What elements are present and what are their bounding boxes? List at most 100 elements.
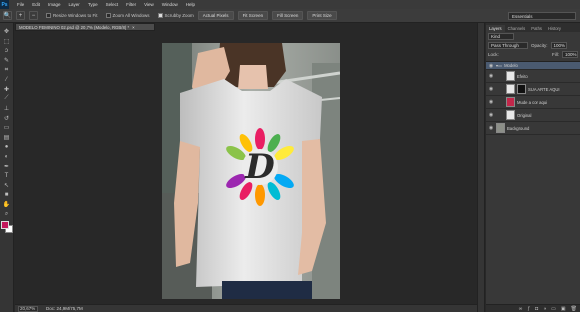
layer-original[interactable]: ◉ Original bbox=[486, 109, 580, 122]
tools-panel: ✥ ⬚ ↄ ✎ ⌗ ⁄ ✚ ⟋ ⊥ ↺ ▭ ▤ ● ◐ ✒ T ↖ ■ ✋ ⌕ bbox=[0, 23, 14, 312]
shape-icon[interactable]: ■ bbox=[2, 190, 12, 200]
path-select-icon[interactable]: ↖ bbox=[2, 181, 12, 191]
foreground-color-swatch[interactable] bbox=[0, 220, 9, 229]
zoom-tool-icon[interactable]: ⌕ bbox=[2, 209, 12, 219]
menu-layer[interactable]: Layer bbox=[65, 2, 84, 7]
document-tab[interactable]: MODELO FEMININO 02.psd @ 20,7% (Modelo, … bbox=[15, 23, 155, 31]
actual-pixels-button[interactable]: Actual Pixels bbox=[197, 11, 234, 20]
menu-bar: Ps File Edit Image Layer Type Select Fil… bbox=[0, 0, 580, 9]
panel-dock-strip[interactable] bbox=[477, 23, 485, 312]
menu-file[interactable]: File bbox=[13, 2, 28, 7]
zoom-all-windows-option[interactable]: Zoom All Windows bbox=[105, 13, 150, 18]
gradient-icon[interactable]: ▤ bbox=[2, 133, 12, 143]
tab-history[interactable]: History bbox=[545, 25, 564, 32]
zoom-in-icon[interactable]: + bbox=[16, 11, 25, 20]
document-canvas[interactable]: D bbox=[162, 43, 340, 299]
scrubby-zoom-option[interactable]: Scrubby Zoom bbox=[157, 13, 194, 18]
logo-letter: D bbox=[244, 147, 275, 187]
menu-window[interactable]: Window bbox=[158, 2, 182, 7]
zoom-all-windows-checkbox[interactable] bbox=[105, 13, 111, 18]
blend-mode-select[interactable]: Pass Through bbox=[488, 42, 528, 49]
pen-icon[interactable]: ✒ bbox=[2, 161, 12, 171]
layer-sua-arte-aqui[interactable]: ◉ SUA ARTE AQUI bbox=[486, 83, 580, 96]
zoom-icon[interactable]: 🔍 bbox=[3, 11, 12, 20]
blur-icon[interactable]: ● bbox=[2, 142, 12, 152]
menu-select[interactable]: Select bbox=[102, 2, 123, 7]
layer-name: Modelo bbox=[504, 63, 518, 68]
type-icon[interactable]: T bbox=[2, 171, 12, 181]
stamp-icon[interactable]: ⊥ bbox=[2, 104, 12, 114]
dodge-icon[interactable]: ◐ bbox=[2, 152, 12, 162]
marquee-icon[interactable]: ⬚ bbox=[2, 37, 12, 47]
color-swatches[interactable] bbox=[0, 220, 13, 234]
link-icon[interactable]: ∞ bbox=[519, 306, 523, 312]
crop-icon[interactable]: ⌗ bbox=[2, 65, 12, 75]
layer-thumbnail bbox=[496, 123, 505, 133]
brush-icon[interactable]: ⟋ bbox=[2, 94, 12, 104]
workspace-select[interactable]: Essentials bbox=[508, 12, 576, 20]
eye-icon[interactable]: ◉ bbox=[488, 86, 494, 92]
tab-channels[interactable]: Channels bbox=[505, 25, 529, 32]
layer-background[interactable]: ◉ Background bbox=[486, 122, 580, 135]
eye-icon[interactable]: ◉ bbox=[488, 112, 494, 118]
eraser-icon[interactable]: ▭ bbox=[2, 123, 12, 133]
print-size-button[interactable]: Print Size bbox=[307, 11, 337, 20]
folder-icon: ▾▭ bbox=[496, 63, 503, 68]
tab-paths[interactable]: Paths bbox=[528, 25, 545, 32]
blend-row: Pass Through Opacity: 100% bbox=[486, 41, 580, 50]
zoom-level-field[interactable]: 20,67% bbox=[18, 305, 38, 312]
eye-icon[interactable]: ◉ bbox=[488, 73, 494, 79]
layers-panel-footer: ∞ ƒ ◘ ◑ ▭ ▣ 🗑 bbox=[486, 304, 580, 312]
panel-tabs: Layers Channels Paths History bbox=[486, 23, 580, 32]
layer-thumbnail bbox=[506, 97, 515, 107]
fit-screen-button[interactable]: Fit Screen bbox=[237, 11, 269, 20]
options-bar: 🔍 + − Resize Windows to Fit Zoom All Win… bbox=[0, 9, 580, 23]
layers-panel: Layers Channels Paths History Kind Pass … bbox=[486, 23, 580, 312]
menu-edit[interactable]: Edit bbox=[28, 2, 44, 7]
new-layer-icon[interactable]: ▣ bbox=[561, 306, 566, 312]
resize-windows-option[interactable]: Resize Windows to Fit bbox=[46, 13, 98, 18]
menu-type[interactable]: Type bbox=[84, 2, 102, 7]
lasso-icon[interactable]: ↄ bbox=[2, 46, 12, 56]
scrubby-zoom-label: Scrubby Zoom bbox=[164, 13, 194, 18]
opacity-field[interactable]: 100% bbox=[550, 42, 567, 49]
scrubby-zoom-checkbox[interactable] bbox=[157, 13, 163, 18]
fill-field[interactable]: 100% bbox=[562, 51, 578, 58]
menu-view[interactable]: View bbox=[140, 2, 158, 7]
layer-mude-a-cor-aqui[interactable]: ◉ Mude a cor aqui bbox=[486, 96, 580, 109]
eyedropper-icon[interactable]: ⁄ bbox=[2, 75, 12, 85]
kind-filter-select[interactable]: Kind bbox=[488, 33, 514, 40]
zoom-all-windows-label: Zoom All Windows bbox=[112, 13, 150, 18]
eye-icon[interactable]: ◉ bbox=[488, 99, 494, 105]
eye-icon[interactable]: ◉ bbox=[488, 125, 494, 131]
layer-name: Background bbox=[507, 125, 530, 131]
folder-icon[interactable]: ▭ bbox=[551, 306, 556, 312]
fx-icon[interactable]: ƒ bbox=[527, 306, 530, 312]
resize-windows-label: Resize Windows to Fit bbox=[53, 13, 98, 18]
healing-icon[interactable]: ✚ bbox=[2, 85, 12, 95]
fill-screen-button[interactable]: Fill Screen bbox=[272, 11, 304, 20]
zoom-out-icon[interactable]: − bbox=[29, 11, 38, 20]
menu-help[interactable]: Help bbox=[182, 2, 199, 7]
move-icon[interactable]: ✥ bbox=[2, 27, 12, 37]
resize-windows-checkbox[interactable] bbox=[46, 13, 51, 18]
adjustment-icon[interactable]: ◑ bbox=[543, 306, 546, 312]
trash-icon[interactable]: 🗑 bbox=[571, 306, 577, 312]
close-icon[interactable]: × bbox=[132, 25, 135, 30]
layer-name: Efeito bbox=[517, 73, 528, 79]
tab-layers[interactable]: Layers bbox=[486, 25, 505, 32]
menu-image[interactable]: Image bbox=[44, 2, 65, 7]
eye-icon[interactable]: ◉ bbox=[488, 63, 494, 69]
mask-icon[interactable]: ◘ bbox=[535, 306, 538, 312]
canvas-area[interactable]: D bbox=[15, 31, 477, 304]
hand-icon[interactable]: ✋ bbox=[2, 200, 12, 210]
layer-thumbnail bbox=[506, 84, 515, 94]
app-logo: Ps bbox=[0, 0, 9, 9]
filter-row: Kind bbox=[486, 32, 580, 41]
model-photo: D bbox=[162, 43, 340, 299]
layer-efeito[interactable]: ◉ Efeito bbox=[486, 70, 580, 83]
menu-filter[interactable]: Filter bbox=[122, 2, 140, 7]
layer-group-modelo[interactable]: ◉ ▾▭ Modelo bbox=[486, 62, 580, 70]
history-brush-icon[interactable]: ↺ bbox=[2, 113, 12, 123]
quick-select-icon[interactable]: ✎ bbox=[2, 56, 12, 66]
